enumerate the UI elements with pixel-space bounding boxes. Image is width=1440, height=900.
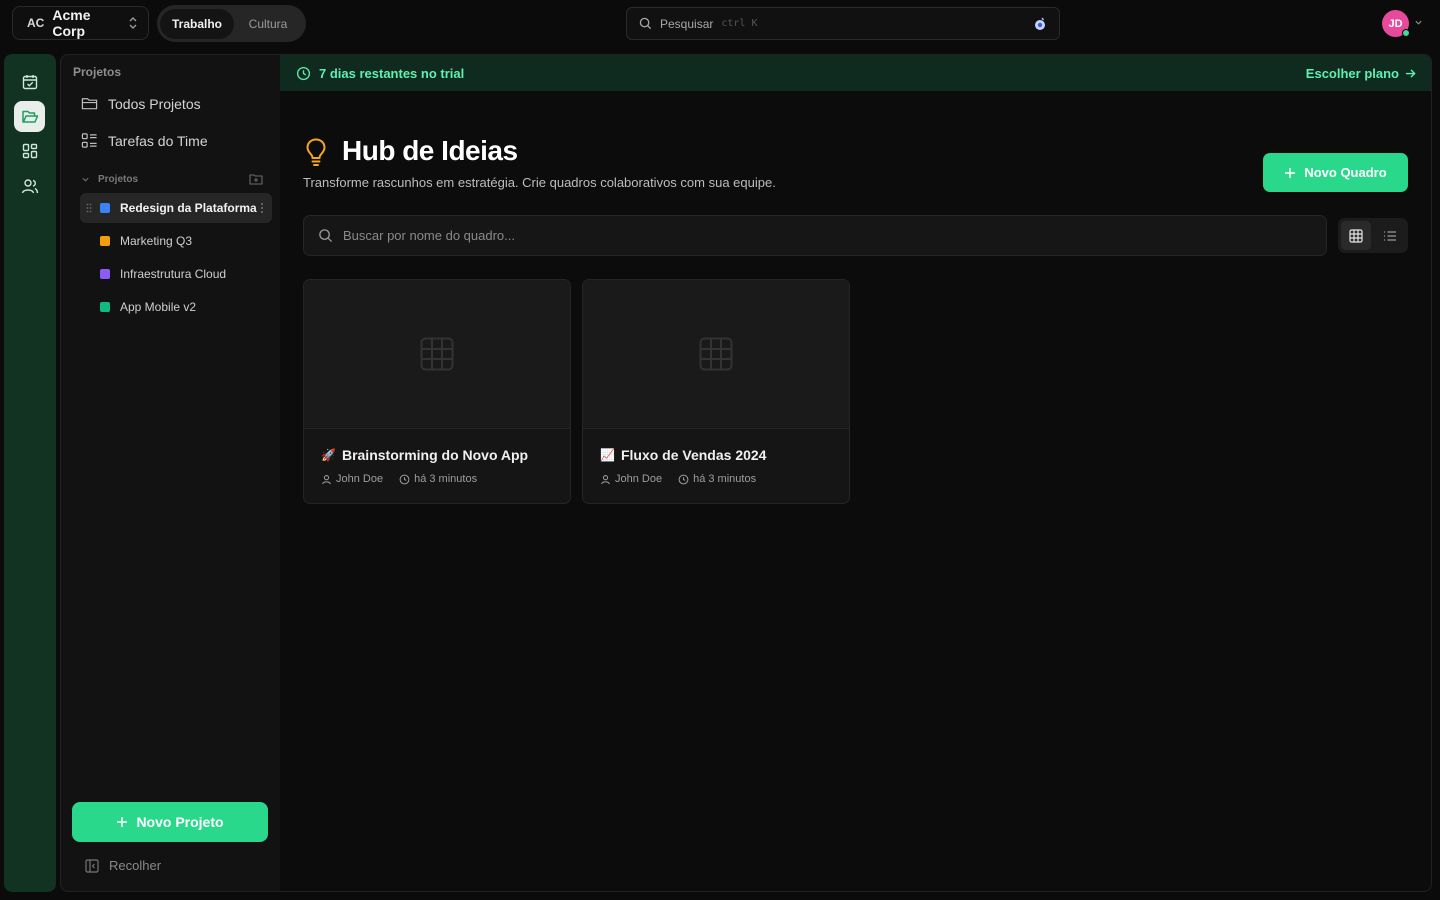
clock-icon <box>296 66 311 80</box>
rail-apps[interactable] <box>14 135 45 166</box>
board-title-text: Brainstorming do Novo App <box>341 447 529 463</box>
project-color-dot <box>100 203 110 213</box>
search-shortcut: ctrl K <box>721 18 758 29</box>
project-item[interactable]: Redesign da Plataforma <box>80 193 272 223</box>
arrow-right-icon <box>1405 68 1416 78</box>
nav-all-projects[interactable]: Todos Projetos <box>81 95 201 112</box>
tab-trabalho[interactable]: Trabalho <box>160 8 234 39</box>
page-subtitle: Transforme rascunhos em estratégia. Crie… <box>303 175 776 190</box>
rail-team[interactable] <box>14 170 45 201</box>
app-rail <box>4 54 56 892</box>
project-color-dot <box>100 302 110 312</box>
nav-team-tasks[interactable]: Tarefas do Time <box>81 132 208 149</box>
board-card[interactable]: 🚀 Brainstorming do Novo App John Doe há … <box>303 279 571 504</box>
chevron-updown-icon <box>129 17 137 29</box>
section-label: Projetos <box>98 173 139 185</box>
trial-message: 7 dias restantes no trial <box>319 65 465 81</box>
collapse-label: Recolher <box>109 858 162 873</box>
board-time: há 3 minutos <box>414 473 478 485</box>
board-thumbnail <box>304 280 570 429</box>
sidebar-collapse-icon <box>85 858 99 873</box>
search-icon <box>639 17 652 30</box>
board-grid-icon <box>699 337 733 371</box>
project-color-dot <box>100 236 110 246</box>
drag-handle-icon[interactable] <box>86 203 92 213</box>
user-icon <box>322 474 331 484</box>
add-folder-icon[interactable] <box>249 173 263 185</box>
board-meta: John Doe há 3 minutos <box>321 473 477 485</box>
view-toggle <box>1338 218 1408 253</box>
chevron-down-icon[interactable] <box>1414 18 1423 27</box>
list-view-icon <box>1384 230 1396 241</box>
project-label: App Mobile v2 <box>120 300 197 314</box>
trial-banner: 7 dias restantes no trial Escolher plano <box>280 55 1431 91</box>
folder-icon <box>81 98 98 110</box>
board-author: John Doe <box>615 473 663 485</box>
global-search[interactable]: Pesquisar ctrl K <box>626 7 1060 40</box>
workspace-name: Acme Corp <box>52 7 91 39</box>
plus-icon <box>117 817 128 827</box>
grid-view-icon <box>1349 228 1363 243</box>
project-label: Redesign da Plataforma <box>120 201 257 215</box>
chevron-down-icon <box>82 177 89 182</box>
clock-icon <box>678 474 689 484</box>
new-board-label: Novo Quadro <box>1304 165 1387 180</box>
plus-icon <box>1285 167 1296 178</box>
workspace-abbr: AC <box>27 16 45 30</box>
users-icon <box>21 178 38 193</box>
workspace-switcher[interactable]: AC Acme Corp <box>12 6 149 40</box>
board-author: John Doe <box>336 473 384 485</box>
list-view-button[interactable] <box>1375 221 1405 250</box>
search-label: Pesquisar <box>660 16 714 31</box>
board-search <box>303 215 1327 256</box>
sidebar: Projetos Todos Projetos Tarefas do Time … <box>60 54 280 892</box>
project-color-dot <box>100 269 110 279</box>
board-card[interactable]: 📈 Fluxo de Vendas 2024 John Doe há 3 min… <box>582 279 850 504</box>
grid-view-button[interactable] <box>1341 221 1371 250</box>
new-board-button[interactable]: Novo Quadro <box>1263 153 1408 192</box>
board-time: há 3 minutos <box>693 473 757 485</box>
board-title: 📈 Fluxo de Vendas 2024 <box>600 447 766 463</box>
project-item[interactable]: Infraestrutura Cloud <box>80 259 272 289</box>
rail-calendar[interactable] <box>14 66 45 97</box>
board-thumbnail <box>583 280 849 429</box>
board-emoji: 🚀 <box>321 448 336 462</box>
project-label: Marketing Q3 <box>120 234 193 248</box>
board-emoji: 📈 <box>600 448 615 462</box>
more-vertical-icon[interactable] <box>260 202 264 214</box>
search-icon <box>319 229 333 243</box>
nav-label: Tarefas do Time <box>108 132 208 149</box>
mode-tabs: Trabalho Cultura <box>157 5 306 42</box>
collapse-sidebar-button[interactable]: Recolher <box>85 858 161 873</box>
status-indicator <box>1402 29 1410 37</box>
clock-icon <box>399 474 410 484</box>
tab-cultura[interactable]: Cultura <box>234 9 302 39</box>
board-grid-icon <box>420 337 454 371</box>
lightbulb-icon <box>306 138 326 166</box>
board-title-text: Fluxo de Vendas 2024 <box>620 447 767 463</box>
page-title: Hub de Ideias <box>342 135 518 166</box>
new-project-label: Novo Projeto <box>136 814 224 830</box>
choose-plan-label: Escolher plano <box>1305 65 1399 81</box>
tasks-icon <box>81 133 97 148</box>
user-icon <box>601 474 610 484</box>
project-label: Infraestrutura Cloud <box>120 267 227 281</box>
new-project-button[interactable]: Novo Projeto <box>72 802 268 842</box>
folder-open-icon <box>21 110 38 123</box>
rail-projects[interactable] <box>14 101 45 132</box>
project-item[interactable]: Marketing Q3 <box>80 226 272 256</box>
choose-plan-link[interactable]: Escolher plano <box>1306 66 1416 81</box>
board-meta: John Doe há 3 minutos <box>600 473 756 485</box>
calendar-icon <box>22 74 37 89</box>
nav-label: Todos Projetos <box>108 95 201 112</box>
assistant-icon[interactable] <box>1033 17 1047 31</box>
board-search-input[interactable] <box>343 228 1243 243</box>
projects-section-header[interactable]: Projetos <box>81 173 263 185</box>
project-item[interactable]: App Mobile v2 <box>80 292 272 322</box>
sidebar-title: Projetos <box>73 65 122 79</box>
main-content: 7 dias restantes no trial Escolher plano… <box>280 54 1432 892</box>
board-title: 🚀 Brainstorming do Novo App <box>321 447 528 463</box>
grid-icon <box>22 143 37 158</box>
